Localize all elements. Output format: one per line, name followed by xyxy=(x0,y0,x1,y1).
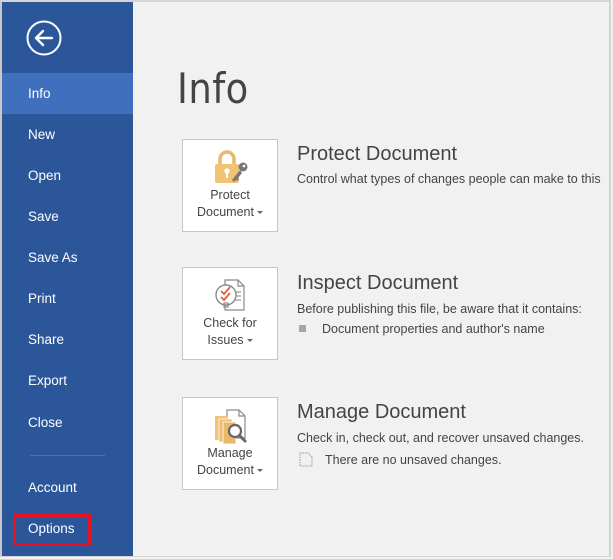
sidebar-item-info[interactable]: Info xyxy=(2,73,133,114)
check-for-issues-button[interactable]: Check for Issues xyxy=(182,267,278,360)
manage-status-row: There are no unsaved changes. xyxy=(299,452,502,467)
manage-document-button[interactable]: Manage Document xyxy=(182,397,278,490)
page-title: Info xyxy=(177,64,249,113)
backstage-sidebar: Info New Open Save Save As Print Share E… xyxy=(2,2,133,557)
sidebar-item-share[interactable]: Share xyxy=(2,319,133,360)
manage-document-label: Manage Document xyxy=(183,445,277,479)
sidebar-item-close[interactable]: Close xyxy=(2,402,133,443)
sidebar-item-new[interactable]: New xyxy=(2,114,133,155)
sidebar-item-export[interactable]: Export xyxy=(2,360,133,401)
sidebar-divider xyxy=(30,455,105,456)
sidebar-item-save[interactable]: Save xyxy=(2,196,133,237)
dropdown-caret-icon xyxy=(256,211,263,215)
manage-documents-search-icon xyxy=(215,409,247,444)
protect-document-button[interactable]: Protect Document xyxy=(182,139,278,232)
inspect-bullet-item: Document properties and author's name xyxy=(299,322,545,336)
dropdown-caret-icon xyxy=(246,339,253,343)
document-dotted-icon xyxy=(299,452,313,467)
arrow-left-circle-icon xyxy=(26,20,62,56)
dropdown-caret-icon xyxy=(256,469,263,473)
lock-key-icon xyxy=(215,150,248,183)
inspect-document-description: Before publishing this file, be aware th… xyxy=(297,302,582,316)
manage-document-title: Manage Document xyxy=(297,401,466,423)
protect-document-description: Control what types of changes people can… xyxy=(297,172,601,186)
sidebar-item-print[interactable]: Print xyxy=(2,278,133,319)
options-highlight-box xyxy=(13,514,91,546)
sidebar-item-save-as[interactable]: Save As xyxy=(2,237,133,278)
sidebar-item-open[interactable]: Open xyxy=(2,155,133,196)
check-for-issues-label: Check for Issues xyxy=(203,316,257,347)
back-button[interactable] xyxy=(26,20,62,56)
protect-document-title: Protect Document xyxy=(297,143,458,165)
protect-document-label: Protect Document xyxy=(183,187,277,221)
inspect-document-title: Inspect Document xyxy=(297,272,459,294)
sidebar-item-account[interactable]: Account xyxy=(2,467,133,508)
inspect-checklist-icon xyxy=(215,279,245,311)
bullet-square-icon xyxy=(299,325,306,332)
manage-document-description: Check in, check out, and recover unsaved… xyxy=(297,431,584,445)
